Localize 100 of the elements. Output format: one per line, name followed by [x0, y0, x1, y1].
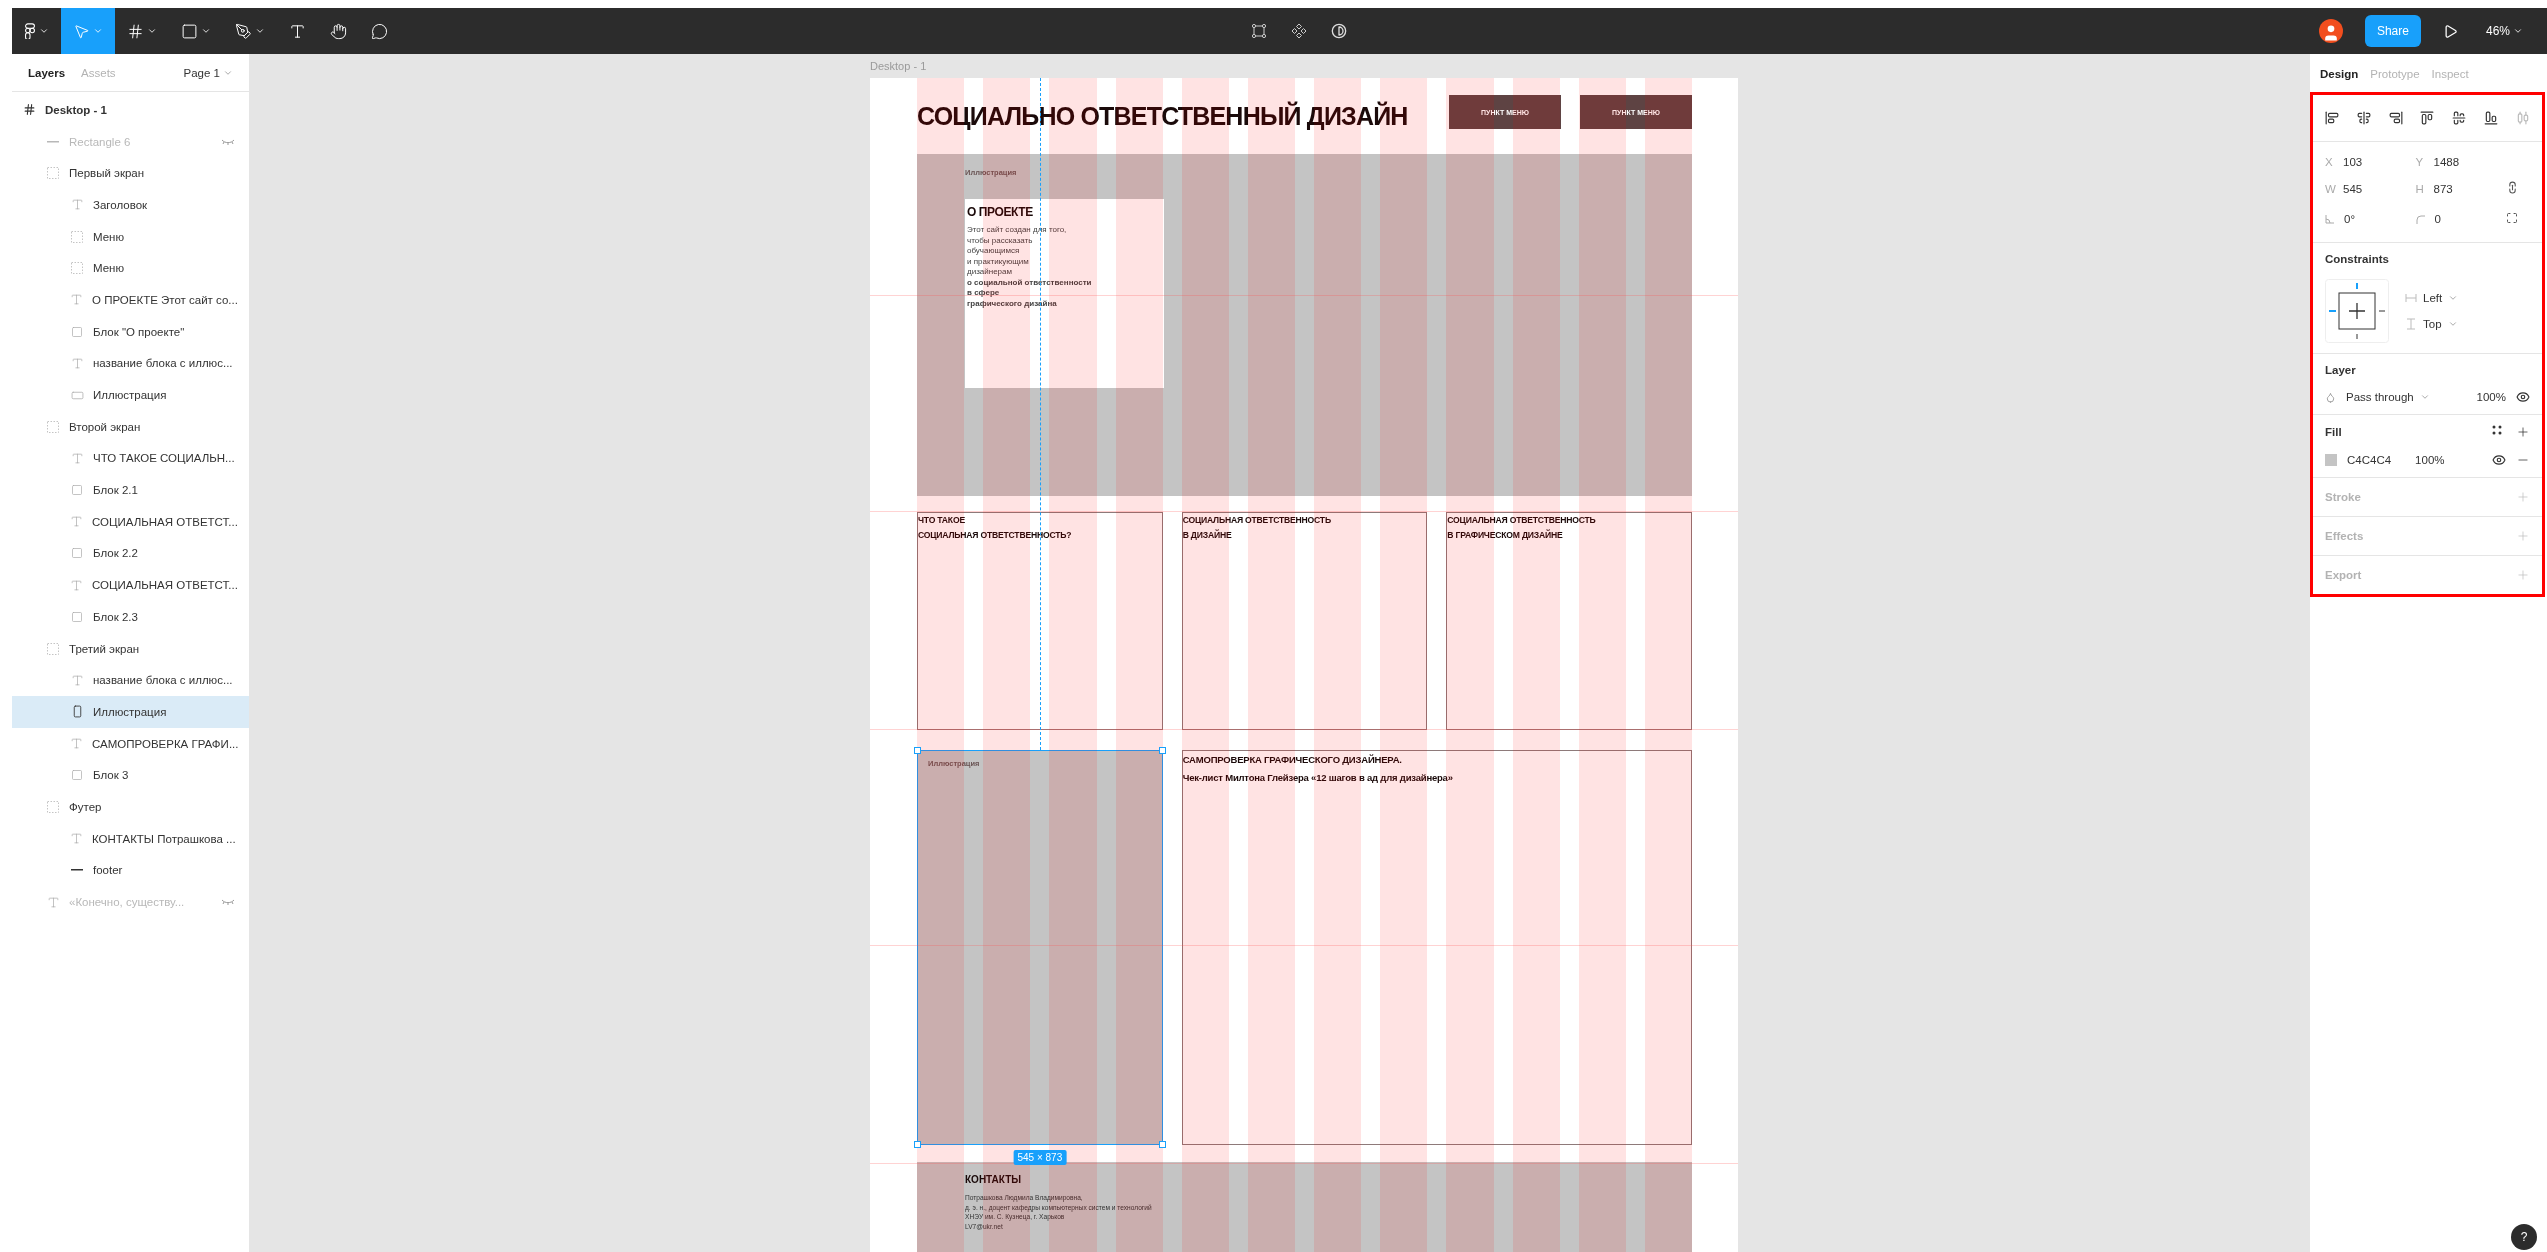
align-center-icon[interactable]: [2356, 111, 2371, 125]
styles-dots-icon[interactable]: [2492, 425, 2502, 435]
horizontal-constraint-icon: [2405, 294, 2417, 302]
edit-object-icon[interactable]: [1251, 23, 1268, 39]
layer-name: Меню: [93, 262, 126, 275]
chevron-down-icon: [93, 26, 103, 36]
layer-name: Меню: [93, 230, 126, 243]
field-value: 545: [2343, 183, 2363, 195]
layer-item[interactable]: Меню: [12, 252, 249, 285]
footer-title: КОНТАКТЫ: [965, 1174, 1023, 1185]
layer-item[interactable]: Блок 2.2: [12, 537, 249, 570]
layer-item[interactable]: название блока с иллюс...: [12, 664, 249, 697]
layer-item[interactable]: Блок 2.3: [12, 601, 249, 633]
layer-item[interactable]: КОНТАКТЫ Потрашкова ...: [12, 822, 249, 855]
layer-item[interactable]: СОЦИАЛЬНАЯ ОТВЕТСТ...: [12, 569, 249, 601]
layer-item[interactable]: Блок 2.1: [12, 474, 249, 506]
zoom-dropdown[interactable]: 46%: [2479, 23, 2529, 39]
layer-name: Блок "О проекте": [93, 325, 186, 338]
align-right-icon[interactable]: [2388, 111, 2403, 125]
color-swatch[interactable]: [2325, 454, 2337, 466]
block-title: СОЦИАЛЬНАЯ ОТВЕТСТВЕННОСТЬ В ГРАФИЧЕСКОМ ДИЗАЙНЕ: [1447, 514, 1597, 542]
align-top-icon[interactable]: [2420, 111, 2435, 125]
field-label: H: [2415, 183, 2424, 195]
align-bottom-icon[interactable]: [2484, 111, 2499, 125]
property-field[interactable]: W 545: [2325, 183, 2416, 195]
blend-mode-dropdown[interactable]: Pass through: [2346, 391, 2430, 403]
layer-item[interactable]: Заголовок: [12, 189, 249, 221]
constrain-proportions-icon[interactable]: [2506, 181, 2519, 194]
chevron-down-icon: [2513, 26, 2523, 36]
property-field[interactable]: H 873: [2415, 183, 2506, 195]
layer-name: Desktop - 1: [45, 103, 108, 116]
color-hex[interactable]: C4C4C4: [2347, 454, 2392, 466]
layer-item[interactable]: Иллюстрация: [12, 379, 249, 411]
layer-name: СОЦИАЛЬНАЯ ОТВЕТСТ...: [92, 515, 238, 528]
align-left-icon[interactable]: [2325, 111, 2339, 125]
layer-name: ЧТО ТАКОЕ СОЦИАЛЬН...: [93, 452, 235, 465]
text-icon: [70, 293, 83, 307]
vertical-constraint-dropdown[interactable]: Top: [2405, 318, 2459, 330]
resize-handle[interactable]: [914, 1141, 921, 1148]
hidden-eye-icon[interactable]: [221, 137, 235, 146]
panel-tab[interactable]: Design: [2314, 64, 2365, 84]
layer-name: О ПРОЕКТЕ Этот сайт со...: [92, 293, 238, 306]
layer-name: Блок 2.3: [93, 610, 139, 623]
layer-name: КОНТАКТЫ Потрашкова ...: [92, 832, 236, 845]
resize-handle[interactable]: [914, 747, 921, 754]
layer-item[interactable]: Второй экран: [12, 410, 249, 443]
avatar-icon[interactable]: [2318, 19, 2343, 43]
contrast-icon[interactable]: [1331, 23, 1348, 39]
constraint-widget-icon[interactable]: [2325, 279, 2389, 343]
layer-item[interactable]: О ПРОЕКТЕ Этот сайт со...: [12, 284, 249, 316]
rectangle-icon: [70, 484, 84, 497]
rectangle-icon: [70, 769, 84, 782]
layer-item[interactable]: Меню: [12, 220, 249, 253]
visibility-eye-icon[interactable]: [2516, 390, 2530, 404]
layer-item[interactable]: Третий экран: [12, 632, 249, 665]
visibility-eye-icon[interactable]: [2492, 453, 2506, 467]
layer-item[interactable]: название блока с иллюс...: [12, 347, 249, 380]
section-title: Fill: [2325, 426, 2342, 438]
resize-handle[interactable]: [1158, 1141, 1166, 1148]
component-icon[interactable]: [1291, 23, 1308, 39]
group-icon: [46, 642, 60, 655]
layer-name: «Конечно, существу...: [69, 896, 186, 909]
group-icon: [46, 800, 60, 813]
field-value: 0: [2434, 213, 2441, 225]
hand-tool-icon: [330, 22, 347, 40]
chevron-down-icon: [2448, 293, 2459, 303]
layer-item[interactable]: СОЦИАЛЬНАЯ ОТВЕТСТ...: [12, 505, 249, 538]
resize-handle[interactable]: [1158, 747, 1166, 754]
horizontal-constraint-dropdown[interactable]: Left: [2405, 292, 2459, 304]
page-selector[interactable]: Page 1: [177, 65, 239, 80]
layer-item[interactable]: САМОПРОВЕРКА ГРАФИ...: [12, 727, 249, 760]
layer-name: Rectangle 6: [69, 135, 132, 148]
help-button[interactable]: ?: [2511, 1224, 2537, 1250]
layer-item[interactable]: Desktop - 1: [12, 94, 249, 126]
layer-name: Третий экран: [69, 642, 141, 655]
layer-item[interactable]: Блок 3: [12, 759, 249, 792]
section-title: Constraints: [2325, 253, 2390, 265]
property-field[interactable]: 0: [2415, 213, 2506, 225]
property-field[interactable]: Y 1488: [2415, 156, 2506, 168]
size-tag: 545 × 873: [1013, 1150, 1067, 1165]
hidden-eye-icon[interactable]: [221, 898, 235, 907]
resize-icon[interactable]: [2506, 212, 2518, 224]
layer-item[interactable]: ЧТО ТАКОЕ СОЦИАЛЬН...: [12, 442, 249, 475]
layer-item[interactable]: footer: [12, 854, 249, 887]
layer-name: Второй экран: [69, 420, 142, 433]
block-title: ЧТО ТАКОЕ СОЦИАЛЬНАЯ ОТВЕТСТВЕННОСТЬ?: [918, 514, 1073, 542]
move-tool-icon: [73, 22, 90, 40]
group-icon: [70, 262, 84, 275]
layer-item[interactable]: Иллюстрация: [12, 696, 249, 728]
opacity-value[interactable]: 100%: [2476, 391, 2506, 403]
text-icon: [70, 737, 83, 751]
panel-tab[interactable]: Layers: [22, 62, 72, 83]
property-field[interactable]: X 103: [2325, 156, 2416, 168]
layer-item[interactable]: Футер: [12, 791, 249, 823]
property-field[interactable]: 0°: [2325, 213, 2416, 225]
fill-opacity[interactable]: 100%: [2415, 454, 2445, 466]
layer-item[interactable]: Первый экран: [12, 157, 249, 190]
layer-item[interactable]: Блок "О проекте": [12, 315, 249, 348]
align-middle-icon[interactable]: [2452, 111, 2467, 125]
play-icon[interactable]: [2442, 23, 2458, 39]
